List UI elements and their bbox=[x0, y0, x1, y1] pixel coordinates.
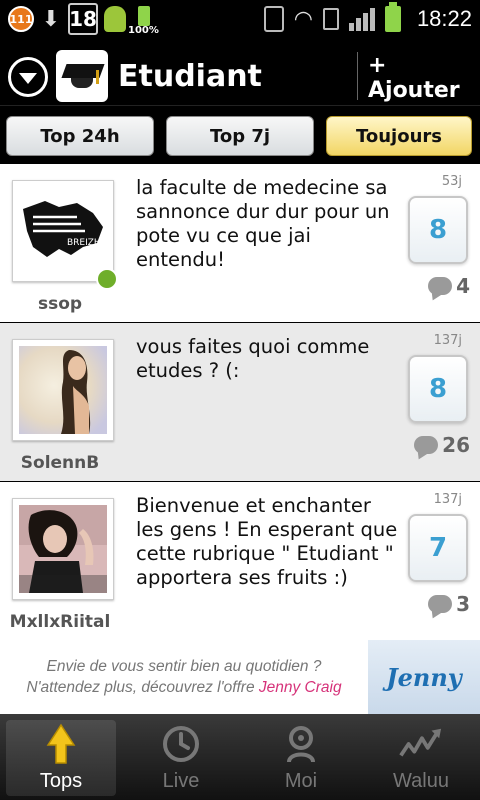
arrow-up-icon bbox=[39, 722, 83, 766]
svg-text:BREIZH: BREIZH bbox=[67, 238, 101, 248]
username[interactable]: SolennB bbox=[0, 453, 120, 473]
download-icon: ⬇ bbox=[41, 6, 61, 32]
ad-brand-highlight: Jenny Craig bbox=[258, 679, 342, 696]
nav-live[interactable]: Live bbox=[126, 720, 236, 796]
divider bbox=[357, 52, 358, 100]
ad-line-2-prefix: N'attendez plus, découvrez l'offre bbox=[26, 679, 259, 696]
vote-button[interactable]: 8 bbox=[408, 196, 468, 264]
comment-bubble-icon bbox=[428, 277, 453, 295]
tab-top-24h[interactable]: Top 24h bbox=[6, 116, 154, 156]
avatar-image bbox=[19, 346, 107, 434]
title-bar: Etudiant + Ajouter bbox=[0, 38, 480, 106]
nav-tops[interactable]: Tops bbox=[6, 720, 116, 796]
nav-label: Live bbox=[162, 770, 200, 792]
signal-icon bbox=[348, 7, 375, 31]
post-age: 137j bbox=[433, 492, 462, 507]
battery-icon bbox=[384, 2, 401, 32]
comments-count[interactable]: 4 bbox=[428, 274, 470, 298]
avatar[interactable] bbox=[12, 498, 114, 600]
username[interactable]: MxllxRiital bbox=[0, 612, 120, 632]
wifi-icon: ◠ bbox=[293, 6, 313, 32]
waluu-logo-icon bbox=[399, 722, 443, 766]
clock-time: 18:22 bbox=[416, 6, 472, 31]
clock-icon bbox=[159, 722, 203, 766]
battery-widget-icon: 100% bbox=[128, 4, 159, 36]
calendar-icon: 18 bbox=[68, 3, 98, 35]
ad-banner[interactable]: Envie de vous sentir bien au quotidien ?… bbox=[0, 640, 480, 714]
page-title: Etudiant bbox=[118, 59, 262, 94]
chevron-down-icon bbox=[19, 73, 37, 84]
avatar-image bbox=[19, 505, 107, 593]
comments-value: 26 bbox=[442, 433, 470, 457]
comments-count[interactable]: 3 bbox=[428, 592, 470, 616]
avatar[interactable] bbox=[12, 339, 114, 441]
status-bar: 111 ⬇ 18 100% ◠ 18:22 bbox=[0, 0, 480, 38]
comment-bubble-icon bbox=[414, 436, 439, 454]
post-age: 53j bbox=[441, 174, 462, 189]
vibrate-icon bbox=[263, 6, 284, 32]
comments-count[interactable]: 26 bbox=[414, 433, 470, 457]
android-icon bbox=[104, 6, 126, 32]
tab-top-7j[interactable]: Top 7j bbox=[166, 116, 314, 156]
nav-waluu[interactable]: Waluu bbox=[366, 720, 476, 796]
post-text[interactable]: la faculte de medecine sa sannonce dur d… bbox=[136, 176, 398, 272]
avatar[interactable]: BREIZH bbox=[12, 180, 114, 282]
list-item[interactable]: SolennB vous faites quoi comme etudes ? … bbox=[0, 323, 480, 481]
nav-moi[interactable]: Moi bbox=[246, 720, 356, 796]
nav-label: Moi bbox=[284, 770, 318, 792]
battery-percent: 100% bbox=[128, 25, 159, 36]
nav-label: Waluu bbox=[393, 770, 449, 792]
online-status-dot bbox=[96, 268, 118, 290]
add-button[interactable]: + Ajouter bbox=[368, 53, 474, 103]
list-item[interactable]: BREIZH ssop la faculte de medecine sa sa… bbox=[0, 164, 480, 322]
username[interactable]: ssop bbox=[0, 294, 120, 314]
ad-logo[interactable]: Jenny bbox=[368, 640, 480, 714]
ad-logo-text: Jenny bbox=[386, 662, 462, 692]
post-text[interactable]: Bienvenue et enchanter les gens ! En esp… bbox=[136, 494, 398, 590]
notification-count-badge[interactable]: 111 bbox=[8, 6, 34, 32]
ad-line-1: Envie de vous sentir bien au quotidien ? bbox=[46, 658, 322, 675]
ad-line-2: N'attendez plus, découvrez l'offre Jenny… bbox=[0, 677, 368, 698]
comment-bubble-icon bbox=[428, 595, 453, 613]
vote-button[interactable]: 7 bbox=[408, 514, 468, 582]
filter-tabs: Top 24h Top 7j Toujours bbox=[0, 106, 480, 164]
nav-label: Tops bbox=[39, 770, 83, 792]
post-age: 137j bbox=[433, 333, 462, 348]
menu-dropdown-button[interactable] bbox=[8, 57, 48, 97]
vote-button[interactable]: 8 bbox=[408, 355, 468, 423]
post-text[interactable]: vous faites quoi comme etudes ? (: bbox=[136, 335, 398, 383]
post-list: BREIZH ssop la faculte de medecine sa sa… bbox=[0, 164, 480, 640]
bottom-navigation: Tops Live Moi Waluu bbox=[0, 714, 480, 800]
ad-text[interactable]: Envie de vous sentir bien au quotidien ?… bbox=[0, 656, 368, 698]
list-item[interactable]: MxllxRiital Bienvenue et enchanter les g… bbox=[0, 482, 480, 640]
comments-value: 4 bbox=[456, 274, 470, 298]
sim-icon bbox=[322, 8, 339, 30]
avatar-image: BREIZH bbox=[19, 187, 107, 275]
tab-toujours[interactable]: Toujours bbox=[326, 116, 472, 156]
comments-value: 3 bbox=[456, 592, 470, 616]
graduation-cap-icon bbox=[56, 50, 108, 102]
user-icon bbox=[279, 722, 323, 766]
